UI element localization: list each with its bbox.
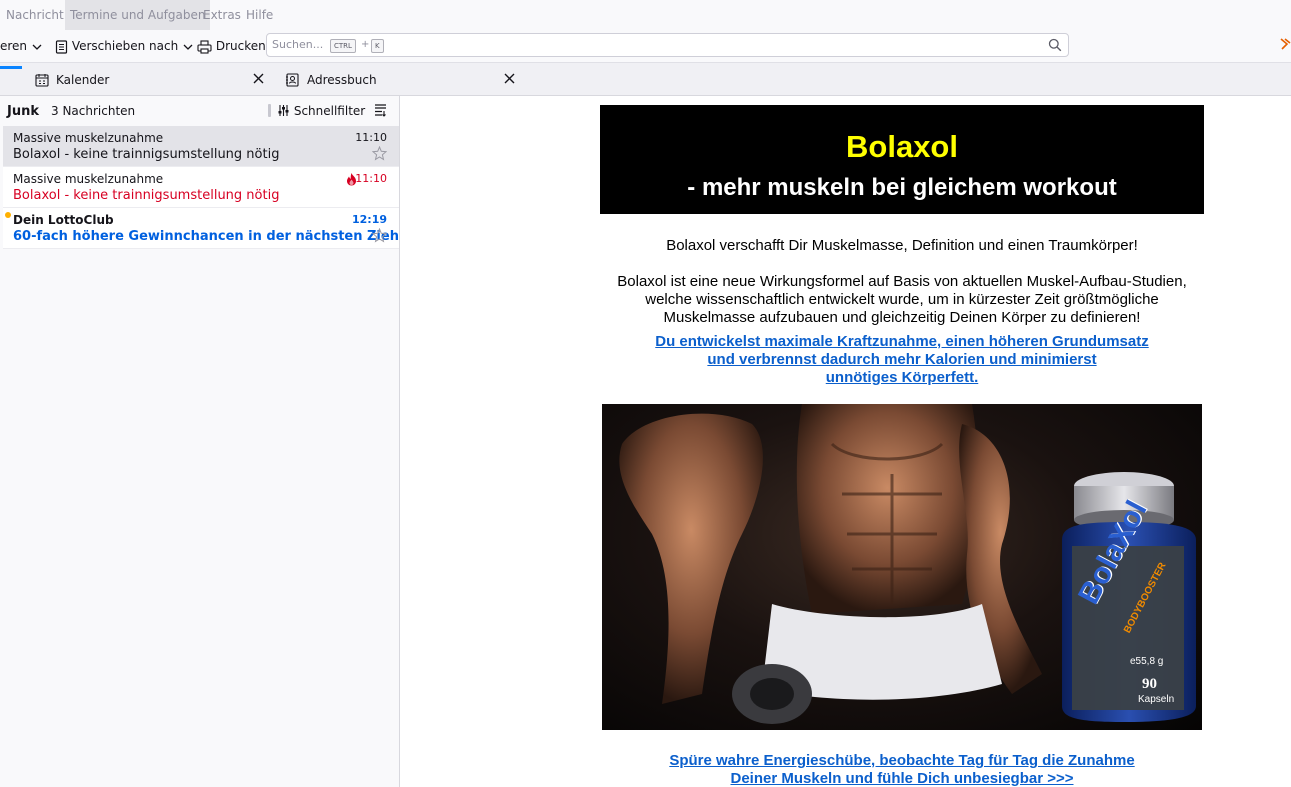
forward-button[interactable]: eren — [0, 36, 43, 56]
tab-bar: Kalender Adressbuch — [0, 63, 1291, 96]
quick-filter-button[interactable]: Schnellfilter — [269, 104, 365, 118]
move-to-label: Verschieben nach — [71, 39, 179, 53]
message-list-pane: Junk 3 Nachrichten Schnellfilter Massive… — [0, 96, 427, 787]
toolbar: eren Verschieben nach Drucken Suchen... … — [0, 30, 1291, 63]
folder-name: Junk — [7, 104, 39, 119]
email-intro: Bolaxol verschafft Dir Muskelmasse, Defi… — [666, 237, 1138, 254]
email-link-benefits[interactable]: Du entwickelst maximale Kraftzunahme, ei… — [600, 333, 1204, 387]
banner-subtitle: - mehr muskeln bei gleichem workout — [687, 174, 1117, 201]
star-icon[interactable] — [372, 228, 387, 243]
search-placeholder: Suchen... — [272, 38, 324, 51]
tab-adressbuch-label: Adressbuch — [307, 73, 377, 87]
message-subject: Bolaxol - keine trainnigsumstellung nöti… — [13, 188, 280, 203]
product-weight: e55,8 g — [1130, 656, 1164, 667]
message-list: Massive muskelzunahme 11:10 Bolaxol - ke… — [3, 126, 427, 249]
product-count: 90 — [1142, 676, 1157, 692]
paragraph-line: Muskelmasse aufzubauen und gleichzeitig … — [663, 309, 1141, 326]
product-promo-image[interactable]: BolaXol BODYBOOSTER e55,8 g 90 Kapseln — [602, 404, 1202, 730]
menu-termine-und-aufgaben[interactable]: Termine und Aufgaben — [65, 0, 211, 30]
paragraph-line: welche wissenschaftlich entwickelt wurde… — [645, 291, 1159, 308]
message-sender: Massive muskelzunahme — [13, 172, 164, 186]
message-subject: 60-fach höhere Gewinnchancen in der näch… — [13, 229, 427, 244]
forward-button-label: eren — [0, 39, 28, 53]
filter-sliders-icon — [278, 105, 289, 116]
shortcut-plus: + — [361, 39, 370, 50]
message-row[interactable]: Dein LottoClub 12:19 60-fach höhere Gewi… — [3, 208, 427, 249]
close-icon[interactable] — [252, 72, 265, 85]
link-line[interactable]: Du entwickelst maximale Kraftzunahme, ei… — [600, 333, 1204, 351]
chevron-down-icon — [32, 44, 42, 50]
message-time: 12:19 — [351, 213, 387, 226]
email-link-energy[interactable]: Spüre wahre Energieschübe, beobachte Tag… — [600, 752, 1204, 787]
search-input[interactable]: Suchen... CTRL + K — [266, 33, 1069, 57]
search-icon — [1048, 38, 1062, 52]
address-book-icon — [286, 73, 299, 87]
link-line[interactable]: unnötiges Körperfett. — [600, 369, 1204, 387]
message-time: 11:10 — [355, 172, 387, 185]
document-icon — [55, 39, 68, 54]
chevron-down-icon — [183, 44, 193, 50]
menu-nachricht[interactable]: Nachricht — [1, 0, 69, 30]
print-label: Drucken — [215, 39, 266, 53]
calendar-icon — [35, 74, 49, 87]
menu-bar: Nachricht Termine und Aufgaben Extras Hi… — [0, 0, 1291, 30]
active-tab-indicator — [0, 66, 22, 69]
message-reader-pane: Bolaxol - mehr muskeln bei gleichem work… — [400, 96, 1291, 787]
message-sender: Massive muskelzunahme — [13, 131, 164, 145]
activity-icon[interactable] — [1280, 37, 1291, 51]
message-row[interactable]: Massive muskelzunahme 11:10 Bolaxol - ke… — [3, 126, 399, 167]
star-icon[interactable] — [372, 146, 387, 161]
menu-hilfe[interactable]: Hilfe — [241, 0, 278, 30]
print-button[interactable]: Drucken — [197, 36, 266, 56]
link-line[interactable]: und verbrennst dadurch mehr Kalorien und… — [600, 351, 1204, 369]
banner-title: Bolaxol — [846, 129, 958, 164]
message-subject: Bolaxol - keine trainnigsumstellung nöti… — [13, 147, 280, 162]
email-paragraph: Bolaxol ist eine neue Wirkungsformel auf… — [600, 273, 1204, 327]
message-sender: Dein LottoClub — [13, 213, 114, 227]
printer-icon — [197, 39, 212, 54]
message-list-header: Junk 3 Nachrichten Schnellfilter — [0, 96, 399, 126]
message-count: 3 Nachrichten — [51, 104, 136, 118]
product-unit: Kapseln — [1138, 694, 1175, 705]
shortcut-key-k: K — [371, 39, 384, 53]
quick-filter-label: Schnellfilter — [293, 104, 366, 118]
tab-adressbuch[interactable]: Adressbuch — [285, 63, 517, 95]
shortcut-key-ctrl: CTRL — [330, 39, 356, 53]
message-row[interactable]: Massive muskelzunahme 11:10 Bolaxol - ke… — [3, 167, 399, 208]
link-line[interactable]: Spüre wahre Energieschübe, beobachte Tag… — [600, 752, 1204, 770]
close-icon[interactable] — [503, 72, 516, 85]
move-to-button[interactable]: Verschieben nach — [55, 36, 194, 56]
unread-indicator[interactable] — [5, 212, 11, 218]
list-view-icon[interactable] — [373, 103, 388, 118]
message-time: 11:10 — [355, 131, 387, 144]
tab-kalender-label: Kalender — [56, 73, 110, 87]
tab-kalender[interactable]: Kalender — [34, 63, 266, 95]
menu-extras[interactable]: Extras — [198, 0, 246, 30]
link-line[interactable]: Deiner Muskeln und fühle Dich unbesiegba… — [600, 770, 1204, 787]
paragraph-line: Bolaxol ist eine neue Wirkungsformel auf… — [617, 273, 1187, 290]
email-banner: Bolaxol - mehr muskeln bei gleichem work… — [600, 105, 1204, 214]
